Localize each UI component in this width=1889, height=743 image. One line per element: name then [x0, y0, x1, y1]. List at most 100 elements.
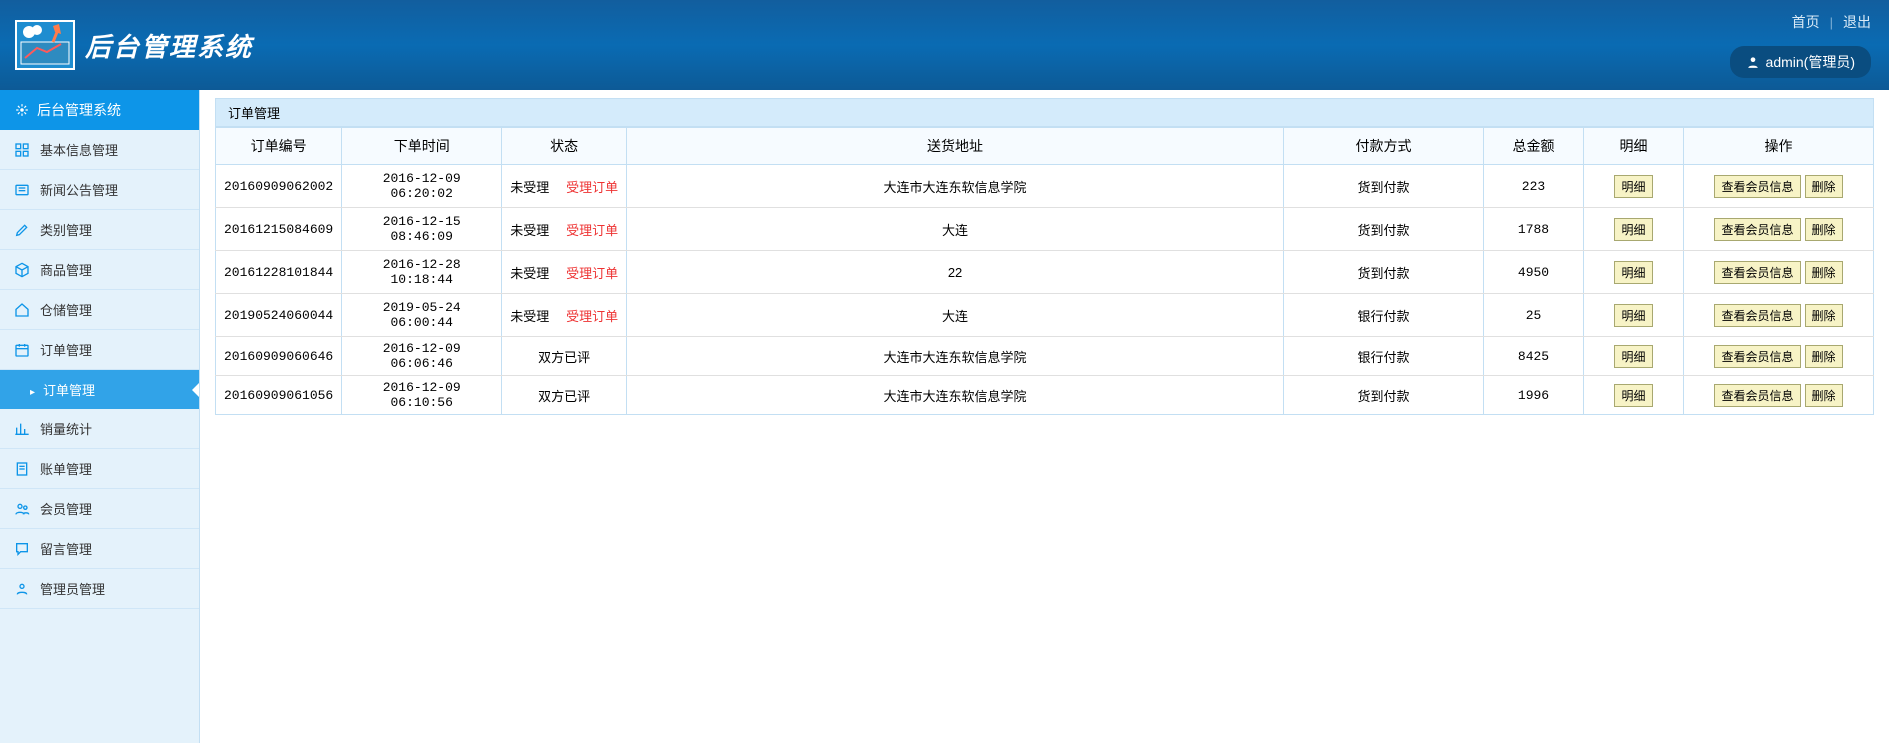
view-member-button[interactable]: 查看会员信息	[1714, 261, 1800, 284]
cell-order-time: 2016-12-28 10:18:44	[342, 251, 502, 294]
sidebar-item-3[interactable]: 商品管理	[0, 250, 199, 290]
news-icon	[14, 182, 30, 198]
sidebar-item-8[interactable]: 会员管理	[0, 489, 199, 529]
cell-status: 未受理 受理订单	[502, 165, 627, 208]
home-link[interactable]: 首页	[1792, 12, 1820, 32]
sidebar-item-label: 基本信息管理	[40, 140, 118, 159]
detail-button[interactable]: 明细	[1614, 384, 1652, 407]
delete-button[interactable]: 删除	[1805, 304, 1843, 327]
cell-status: 双方已评	[502, 376, 627, 415]
sidebar-sub-item[interactable]: 订单管理	[0, 370, 199, 409]
cell-detail: 明细	[1584, 337, 1684, 376]
sidebar-item-5[interactable]: 订单管理	[0, 330, 199, 370]
status-text: 未受理	[510, 266, 549, 281]
detail-button[interactable]: 明细	[1614, 218, 1652, 241]
th-amount: 总金额	[1484, 128, 1584, 165]
detail-button[interactable]: 明细	[1614, 261, 1652, 284]
delete-button[interactable]: 删除	[1805, 384, 1843, 407]
cell-address: 大连市大连东软信息学院	[627, 165, 1284, 208]
logout-link[interactable]: 退出	[1843, 12, 1871, 32]
th-pay-method: 付款方式	[1284, 128, 1484, 165]
layout: 后台管理系统 基本信息管理新闻公告管理类别管理商品管理仓储管理订单管理订单管理销…	[0, 90, 1889, 743]
home-icon	[14, 302, 30, 318]
view-member-button[interactable]: 查看会员信息	[1714, 345, 1800, 368]
sidebar-item-label: 类别管理	[40, 220, 92, 239]
cell-status: 双方已评	[502, 337, 627, 376]
user-badge[interactable]: admin(管理员)	[1730, 46, 1871, 78]
table-row: 201612150846092016-12-15 08:46:09未受理 受理订…	[216, 208, 1874, 251]
cell-action: 查看会员信息删除	[1684, 208, 1874, 251]
cell-pay: 银行付款	[1284, 294, 1484, 337]
sidebar-item-1[interactable]: 新闻公告管理	[0, 170, 199, 210]
sidebar-item-10[interactable]: 管理员管理	[0, 569, 199, 609]
cell-detail: 明细	[1584, 294, 1684, 337]
cell-action: 查看会员信息删除	[1684, 294, 1874, 337]
th-status: 状态	[502, 128, 627, 165]
cell-order-id: 20161228101844	[216, 251, 342, 294]
cell-amount: 4950	[1484, 251, 1584, 294]
cell-address: 22	[627, 251, 1284, 294]
cell-order-time: 2019-05-24 06:00:44	[342, 294, 502, 337]
cell-address: 大连市大连东软信息学院	[627, 337, 1284, 376]
delete-button[interactable]: 删除	[1805, 345, 1843, 368]
cell-order-id: 20160909060646	[216, 337, 342, 376]
detail-button[interactable]: 明细	[1614, 345, 1652, 368]
sidebar-title[interactable]: 后台管理系统	[0, 90, 199, 130]
user-icon	[1746, 55, 1760, 69]
sidebar-item-label: 订单管理	[40, 340, 92, 359]
view-member-button[interactable]: 查看会员信息	[1714, 384, 1800, 407]
th-order-id: 订单编号	[216, 128, 342, 165]
cell-pay: 货到付款	[1284, 376, 1484, 415]
chart-icon	[14, 421, 30, 437]
user-label: admin(管理员)	[1766, 52, 1855, 72]
accept-order-link[interactable]: 受理订单	[566, 266, 618, 281]
panel-title: 订单管理	[215, 98, 1874, 127]
users-icon	[14, 501, 30, 517]
cell-pay: 货到付款	[1284, 165, 1484, 208]
cell-action: 查看会员信息删除	[1684, 337, 1874, 376]
sidebar-item-label: 留言管理	[40, 539, 92, 558]
table-row: 201905240600442019-05-24 06:00:44未受理 受理订…	[216, 294, 1874, 337]
view-member-button[interactable]: 查看会员信息	[1714, 175, 1800, 198]
delete-button[interactable]: 删除	[1805, 261, 1843, 284]
cell-detail: 明细	[1584, 165, 1684, 208]
status-text: 未受理	[510, 223, 549, 238]
sidebar-item-7[interactable]: 账单管理	[0, 449, 199, 489]
cell-order-id: 20190524060044	[216, 294, 342, 337]
delete-button[interactable]: 删除	[1805, 218, 1843, 241]
cell-detail: 明细	[1584, 208, 1684, 251]
app-title: 后台管理系统	[85, 27, 253, 64]
sidebar-item-9[interactable]: 留言管理	[0, 529, 199, 569]
cell-detail: 明细	[1584, 251, 1684, 294]
table-row: 201612281018442016-12-28 10:18:44 未受理 受理订…	[216, 251, 1874, 294]
logo-icon	[15, 20, 75, 70]
edit-icon	[14, 222, 30, 238]
sidebar-item-0[interactable]: 基本信息管理	[0, 130, 199, 170]
accept-order-link[interactable]: 受理订单	[566, 223, 618, 238]
th-order-time: 下单时间	[342, 128, 502, 165]
th-address: 送货地址	[627, 128, 1284, 165]
orders-table: 订单编号 下单时间 状态 送货地址 付款方式 总金额 明细 操作 2016090…	[215, 127, 1874, 415]
cell-address: 大连	[627, 208, 1284, 251]
header-links: 首页 | 退出	[1792, 12, 1871, 32]
sidebar-item-6[interactable]: 销量统计	[0, 409, 199, 449]
sidebar-item-4[interactable]: 仓储管理	[0, 290, 199, 330]
table-row: 201609090620022016-12-09 06:20:02未受理 受理订…	[216, 165, 1874, 208]
gear-icon	[15, 103, 29, 117]
accept-order-link[interactable]: 受理订单	[566, 180, 618, 195]
cell-action: 查看会员信息删除	[1684, 376, 1874, 415]
table-row: 201609090610562016-12-09 06:10:56双方已评大连市…	[216, 376, 1874, 415]
view-member-button[interactable]: 查看会员信息	[1714, 218, 1800, 241]
detail-button[interactable]: 明细	[1614, 304, 1652, 327]
status-text: 双方已评	[538, 350, 590, 365]
sidebar-item-label: 商品管理	[40, 260, 92, 279]
view-member-button[interactable]: 查看会员信息	[1714, 304, 1800, 327]
detail-button[interactable]: 明细	[1614, 175, 1652, 198]
accept-order-link[interactable]: 受理订单	[566, 309, 618, 324]
cell-order-time: 2016-12-09 06:10:56	[342, 376, 502, 415]
sidebar-item-2[interactable]: 类别管理	[0, 210, 199, 250]
sidebar-item-label: 会员管理	[40, 499, 92, 518]
delete-button[interactable]: 删除	[1805, 175, 1843, 198]
cell-pay: 货到付款	[1284, 208, 1484, 251]
sidebar-title-label: 后台管理系统	[37, 100, 121, 120]
